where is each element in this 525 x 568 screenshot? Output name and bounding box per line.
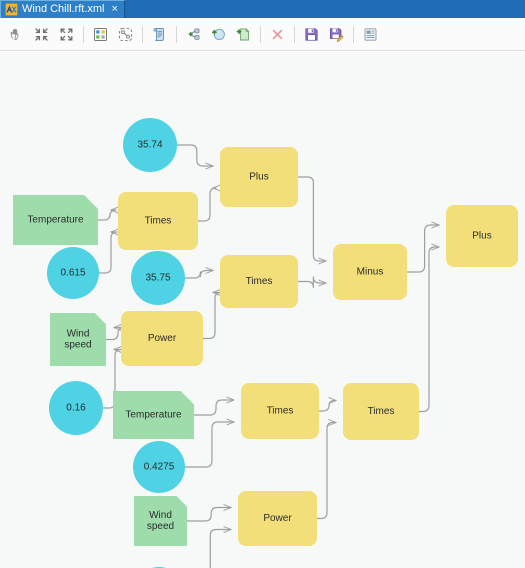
close-x-icon [272, 29, 283, 39]
zoom-in-button[interactable] [54, 22, 79, 47]
node-label: Power [263, 513, 292, 524]
node-c_0615[interactable]: 0.615 [47, 247, 99, 299]
node-label: speed [147, 521, 174, 532]
node-v_wind_2[interactable]: Windspeed [134, 496, 187, 546]
fit-to-window-button[interactable] [113, 22, 138, 47]
edge-c_0615-to-op_times_1[interactable] [99, 232, 117, 274]
edge-c_3575-to-op_times_2[interactable] [185, 271, 213, 279]
node-label: 35.75 [145, 273, 170, 284]
toolbar [0, 18, 525, 51]
node-op_times_1[interactable]: Times [118, 192, 198, 250]
node-op_power_1[interactable]: Power [121, 311, 203, 366]
edge-v_wind_2-to-op_power_2[interactable] [187, 508, 231, 522]
node-label: Minus [357, 267, 384, 278]
node-v_temp_2[interactable]: Temperature [113, 391, 194, 439]
fit-dashed-icon [118, 27, 133, 41]
node-c_04275[interactable]: 0.4275 [133, 441, 185, 493]
node-v_wind_1[interactable]: Windspeed [50, 313, 106, 366]
node-label: 0.16 [66, 403, 86, 414]
floppy-disk-icon [305, 27, 318, 41]
toolbar-separator [294, 25, 295, 43]
node-label: 35.74 [137, 140, 162, 151]
save-as-button[interactable] [324, 22, 349, 47]
expand-arrows-icon [60, 28, 73, 40]
node-label: Times [246, 276, 273, 287]
tab-title: Wind Chill.rft.xml [22, 3, 105, 15]
properties-button[interactable] [358, 22, 383, 47]
floppy-disk-pencil-icon [330, 27, 344, 42]
node-op_times_2[interactable]: Times [220, 255, 298, 308]
zoom-out-button[interactable] [29, 22, 54, 47]
tab-bar-empty-area [124, 0, 525, 18]
node-layer: 35.74 Temperature 0.615 Times Plus 35.75 Times… [13, 118, 518, 568]
collapse-arrows-icon [35, 27, 48, 41]
node-label: Wind [67, 329, 90, 340]
layout-grid-icon [94, 27, 107, 41]
edge-v_temp_2-to-op_times_3[interactable] [194, 400, 234, 416]
pan-tool-button[interactable] [4, 22, 29, 47]
edge-op_plus_1-to-op_minus[interactable] [298, 176, 326, 261]
edge-op_power_1-to-op_times_2[interactable] [203, 293, 222, 340]
properties-panel-icon [364, 27, 377, 41]
toolbar-separator [260, 25, 261, 43]
node-label: Temperature [125, 410, 182, 421]
layout-diagram-button[interactable] [88, 22, 113, 47]
node-c_3575[interactable]: 35.75 [131, 251, 185, 305]
node-label: Wind [149, 510, 172, 521]
node-c_016_1[interactable]: 0.16 [49, 381, 103, 435]
node-op_plus_2[interactable]: Plus [446, 205, 518, 267]
delete-button[interactable] [265, 22, 290, 47]
edge-v_temp_1-to-op_times_1[interactable] [98, 210, 116, 221]
edge-op_times_3-to-op_times_4[interactable] [319, 401, 336, 412]
show-script-button[interactable] [147, 22, 172, 47]
toolbar-separator [83, 25, 84, 43]
edge-op_times_2-to-op_minus[interactable] [298, 276, 326, 289]
node-label: Power [148, 333, 177, 344]
node-c_3574[interactable]: 35.74 [123, 118, 177, 172]
node-op_minus[interactable]: Minus [333, 244, 407, 300]
edge-op_minus-to-op_plus_2[interactable] [407, 225, 439, 273]
node-label: Plus [472, 231, 491, 242]
script-icon [153, 27, 164, 41]
node-label: 0.615 [60, 268, 85, 279]
hand-icon [10, 28, 19, 40]
node-op_times_4[interactable]: Times [343, 383, 419, 440]
rule-flow-diagram: 35.74 Temperature 0.615 Times Plus 35.75 Times… [13, 118, 518, 568]
edge-op_times_1-to-op_plus_1[interactable] [198, 188, 216, 222]
rule-flow-canvas[interactable]: 35.74 Temperature 0.615 Times Plus 35.75 Times… [0, 52, 525, 568]
edge-c_3574-to-op_plus_1[interactable] [177, 144, 213, 166]
edge-op_power_2-to-op_times_4[interactable] [317, 423, 336, 520]
node-label: Times [145, 216, 172, 227]
node-label: Times [368, 406, 395, 417]
tab-wind-chill[interactable]: Wind Chill.rft.xml × [0, 0, 125, 18]
node-plus-icon [188, 28, 200, 40]
toolbar-separator [353, 25, 354, 43]
toolbar-separator [176, 25, 177, 43]
add-constant-button[interactable] [206, 22, 231, 47]
node-label: 0.4275 [144, 462, 175, 473]
rule-editor-window: Wind Chill.rft.xml × 35.74 Temperature 0… [0, 0, 525, 568]
close-icon[interactable]: × [112, 4, 118, 15]
node-label: Plus [249, 172, 268, 183]
node-label: Times [267, 406, 294, 417]
node-op_power_2[interactable]: Power [238, 491, 317, 546]
node-op_times_3[interactable]: Times [241, 383, 319, 439]
node-label: Temperature [27, 215, 84, 226]
node-v_temp_1[interactable]: Temperature [13, 195, 98, 245]
rule-file-icon [5, 3, 18, 16]
node-label: speed [64, 340, 91, 351]
toolbar-separator [142, 25, 143, 43]
edge-c_016_2-to-op_power_2[interactable] [185, 530, 231, 568]
tab-bar: Wind Chill.rft.xml × [0, 0, 525, 18]
add-connection-button[interactable] [181, 22, 206, 47]
page-plus-icon [236, 27, 250, 40]
add-node-button[interactable] [231, 22, 256, 47]
circle-plus-icon [211, 28, 225, 40]
node-op_plus_1[interactable]: Plus [220, 147, 298, 207]
save-button[interactable] [299, 22, 324, 47]
